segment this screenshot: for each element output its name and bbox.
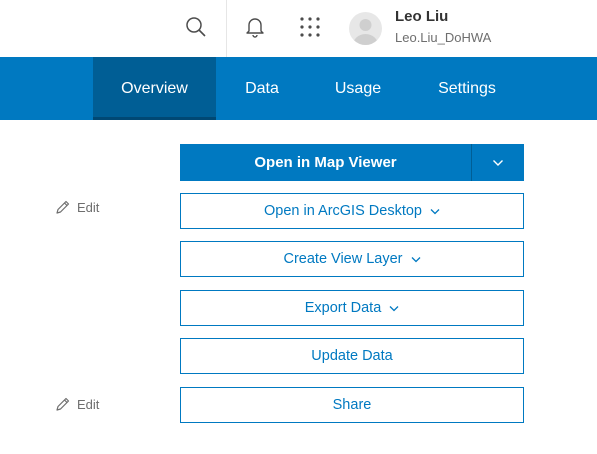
- chevron-down-icon: [389, 305, 399, 311]
- item-nav-bar: Overview Data Usage Settings: [0, 57, 597, 120]
- edit-link-label: Edit: [77, 199, 100, 215]
- edit-link[interactable]: Edit: [55, 396, 99, 412]
- edit-link-label: Edit: [77, 396, 100, 412]
- search-icon[interactable]: [181, 12, 211, 42]
- user-username[interactable]: Leo.Liu_DoHWA: [395, 30, 491, 45]
- tab-overview[interactable]: Overview: [93, 57, 216, 120]
- user-name[interactable]: Leo Liu: [395, 8, 448, 25]
- chevron-down-icon: [411, 256, 420, 262]
- open-arcgis-desktop-button[interactable]: Open in ArcGIS Desktop: [180, 193, 524, 229]
- chevron-down-icon: [493, 159, 503, 166]
- pencil-icon: [56, 200, 70, 214]
- grid-icon[interactable]: [295, 12, 325, 42]
- update-data-label: Update Data: [311, 348, 393, 364]
- tab-usage[interactable]: Usage: [322, 57, 394, 120]
- create-view-layer-label: Create View Layer: [283, 251, 403, 267]
- header-divider: [226, 0, 227, 57]
- create-view-layer-button[interactable]: Create View Layer: [180, 241, 524, 277]
- update-data-button[interactable]: Update Data: [180, 338, 524, 374]
- chevron-down-icon: [430, 208, 440, 214]
- edit-link[interactable]: Edit: [55, 199, 99, 215]
- export-data-label: Export Data: [304, 300, 382, 316]
- open-arcgis-desktop-label: Open in ArcGIS Desktop: [264, 203, 422, 219]
- open-map-viewer-dropdown[interactable]: [471, 144, 524, 181]
- share-button[interactable]: Share: [180, 387, 524, 423]
- open-map-viewer-button[interactable]: Open in Map Viewer: [180, 144, 471, 181]
- pencil-icon: [56, 397, 70, 411]
- user-avatar-icon[interactable]: [349, 12, 382, 45]
- export-data-button[interactable]: Export Data: [180, 290, 524, 326]
- tab-settings[interactable]: Settings: [424, 57, 510, 120]
- share-label: Share: [332, 397, 372, 413]
- tab-data[interactable]: Data: [232, 57, 292, 120]
- top-header: Leo Liu Leo.Liu_DoHWA: [0, 0, 597, 57]
- bell-icon[interactable]: [240, 12, 270, 42]
- open-map-viewer-split-button: Open in Map Viewer: [180, 144, 524, 181]
